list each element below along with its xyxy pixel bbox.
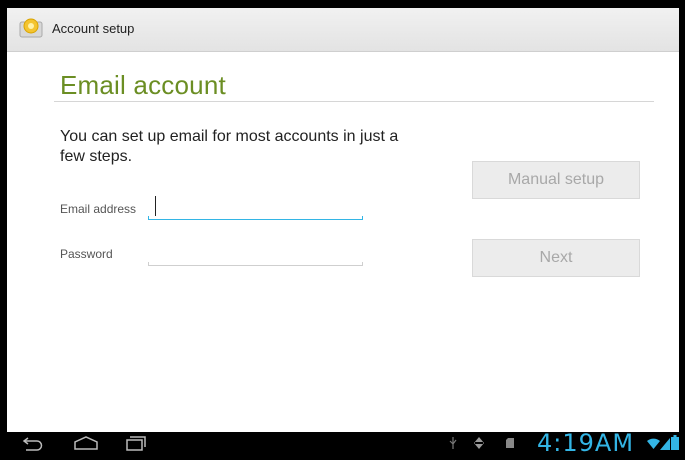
signal-icon (660, 438, 670, 450)
password-input[interactable] (148, 238, 363, 266)
email-address-label: Email address (60, 202, 137, 216)
battery-icon (671, 435, 679, 450)
usb-icon (449, 437, 457, 449)
recent-apps-icon[interactable] (125, 435, 147, 451)
password-label: Password (60, 247, 113, 261)
action-bar-title: Account setup (52, 21, 135, 36)
wifi-icon (647, 438, 660, 449)
status-clock: 4:19AM (537, 429, 635, 457)
email-address-input[interactable] (148, 192, 363, 220)
title-divider (54, 101, 654, 102)
email-address-field[interactable] (148, 192, 363, 220)
password-underline-tick-right (362, 262, 363, 266)
email-underline (148, 219, 363, 220)
home-icon[interactable] (73, 435, 99, 451)
password-field[interactable] (148, 238, 363, 266)
sd-card-icon (506, 438, 514, 448)
usb-debug-icon (474, 437, 484, 449)
system-navigation-bar: 4:19AM (7, 429, 679, 457)
email-app-icon[interactable] (19, 17, 43, 41)
text-caret (155, 196, 156, 216)
intro-text: You can set up email for most accounts i… (60, 128, 399, 165)
email-underline-tick-right (362, 216, 363, 220)
password-underline (148, 265, 363, 266)
next-button[interactable]: Next (472, 239, 640, 277)
email-underline-tick-left (148, 216, 149, 220)
app-window: Account setup Email account You can set … (7, 8, 679, 454)
page-title: Email account (60, 70, 226, 100)
back-icon[interactable] (22, 435, 44, 451)
action-bar: Account setup (7, 8, 679, 52)
password-underline-tick-left (148, 262, 149, 266)
manual-setup-button[interactable]: Manual setup (472, 161, 640, 199)
